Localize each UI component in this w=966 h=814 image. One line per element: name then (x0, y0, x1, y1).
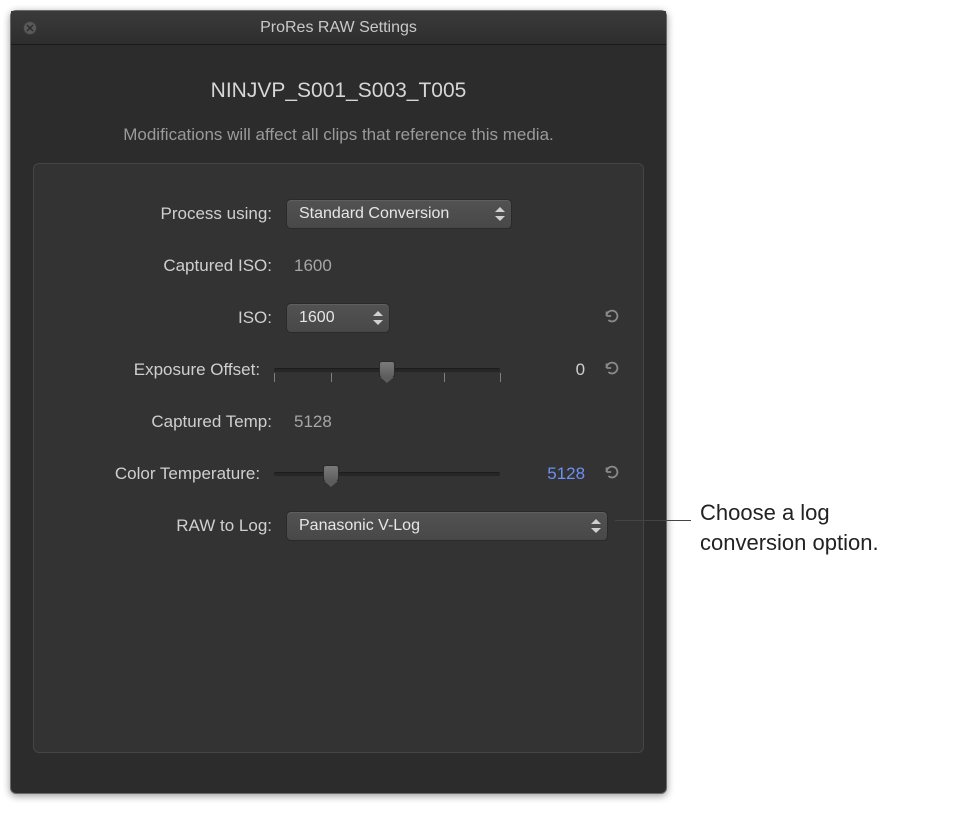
label-captured-iso: Captured ISO: (56, 256, 286, 276)
color-temperature-slider[interactable] (274, 462, 500, 486)
row-captured-temp: Captured Temp: 5128 (56, 396, 621, 448)
slider-thumb[interactable] (323, 465, 339, 483)
captured-temp-value: 5128 (286, 412, 332, 432)
label-captured-temp: Captured Temp: (56, 412, 286, 432)
row-process-using: Process using: Standard Conversion (56, 188, 621, 240)
raw-to-log-value: Panasonic V-Log (299, 517, 420, 535)
annotation-text: Choose a logconversion option. (700, 498, 879, 557)
reset-iso-button[interactable] (583, 307, 621, 330)
updown-icon (373, 309, 383, 327)
label-raw-to-log: RAW to Log: (56, 516, 286, 536)
window-title: ProRes RAW Settings (11, 19, 666, 37)
exposure-offset-slider[interactable] (274, 358, 500, 382)
captured-iso-value: 1600 (286, 256, 332, 276)
exposure-offset-value: 0 (500, 360, 585, 380)
label-exposure-offset: Exposure Offset: (56, 360, 274, 380)
reset-color-temperature-button[interactable] (585, 463, 621, 486)
close-button[interactable] (23, 21, 37, 35)
clip-name: NINJVP_S001_S003_T005 (33, 79, 644, 103)
updown-icon (495, 205, 505, 223)
raw-to-log-popup[interactable]: Panasonic V-Log (286, 511, 608, 541)
scope-note: Modifications will affect all clips that… (33, 125, 644, 145)
close-icon (26, 24, 34, 32)
process-using-popup[interactable]: Standard Conversion (286, 199, 512, 229)
settings-panel: Process using: Standard Conversion Captu… (33, 163, 644, 753)
row-color-temperature: Color Temperature: 5128 (56, 448, 621, 500)
process-using-value: Standard Conversion (299, 205, 449, 223)
row-captured-iso: Captured ISO: 1600 (56, 240, 621, 292)
row-iso: ISO: 1600 (56, 292, 621, 344)
label-iso: ISO: (56, 308, 286, 328)
updown-icon (591, 517, 601, 535)
row-exposure-offset: Exposure Offset: 0 (56, 344, 621, 396)
annotation-callout-line (615, 520, 691, 521)
slider-thumb[interactable] (379, 361, 395, 379)
undo-icon (603, 463, 621, 481)
iso-value: 1600 (299, 309, 335, 327)
iso-popup[interactable]: 1600 (286, 303, 390, 333)
reset-exposure-button[interactable] (585, 359, 621, 382)
prores-raw-settings-window: ProRes RAW Settings NINJVP_S001_S003_T00… (10, 10, 667, 794)
label-process-using: Process using: (56, 204, 286, 224)
titlebar: ProRes RAW Settings (11, 11, 666, 45)
row-raw-to-log: RAW to Log: Panasonic V-Log (56, 500, 621, 552)
undo-icon (603, 307, 621, 325)
undo-icon (603, 359, 621, 377)
label-color-temperature: Color Temperature: (56, 464, 274, 484)
color-temperature-value[interactable]: 5128 (500, 464, 585, 484)
window-content: NINJVP_S001_S003_T005 Modifications will… (11, 45, 666, 773)
